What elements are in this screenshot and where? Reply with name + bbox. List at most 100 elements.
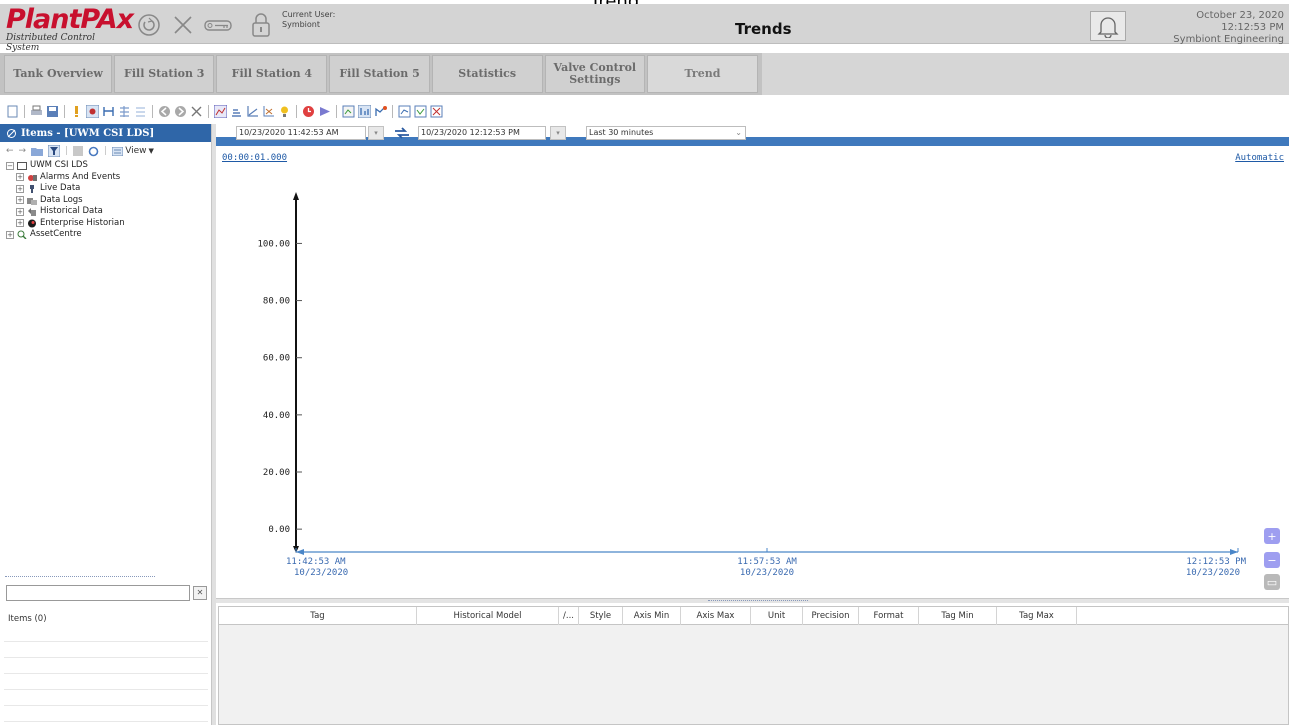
tree-item-alarms-and-events[interactable]: + Alarms And Events	[6, 172, 211, 184]
column-header-tag[interactable]: Tag	[219, 607, 417, 625]
column-header-unit[interactable]: Unit	[751, 607, 803, 625]
column-header-precision[interactable]: Precision	[803, 607, 859, 625]
save-icon[interactable]	[46, 105, 59, 118]
column-header-axis-min[interactable]: Axis Min	[623, 607, 681, 625]
alarm-events-icon	[28, 174, 37, 181]
column-header-tag-min[interactable]: Tag Min	[919, 607, 997, 625]
comparison-icon[interactable]	[398, 105, 411, 118]
stack-icon[interactable]	[134, 105, 147, 118]
tab-tank-overview[interactable]: Tank Overview	[4, 55, 113, 93]
back-icon[interactable]	[158, 105, 171, 118]
end-time-field[interactable]: 10/23/2020 12:12:53 PM	[418, 126, 546, 140]
tab-trend[interactable]: Trend	[646, 55, 758, 93]
stop-icon[interactable]	[73, 146, 84, 156]
remove-icon[interactable]	[190, 105, 203, 118]
logout-button[interactable]	[246, 10, 276, 40]
items-panel-header: Items - [UWM CSI LDS]	[0, 124, 211, 142]
chart-scatter-icon[interactable]	[262, 105, 275, 118]
tab-fill-station-3[interactable]: Fill Station 3	[114, 55, 215, 93]
forward-icon[interactable]	[174, 105, 187, 118]
new-icon[interactable]	[6, 105, 19, 118]
y-tick-label: 0.00	[268, 525, 290, 535]
expand-icon[interactable]: +	[6, 230, 14, 239]
play-icon[interactable]	[318, 105, 331, 118]
panel-splitter[interactable]	[5, 576, 155, 578]
logo-text: PlantPAx	[6, 4, 134, 35]
swap-time-icon[interactable]	[394, 126, 410, 140]
folder-up-icon[interactable]	[31, 146, 44, 156]
expand-icon[interactable]: +	[16, 219, 24, 228]
chart-standard-icon[interactable]	[214, 104, 227, 118]
expand-icon[interactable]: +	[16, 184, 24, 193]
chart-xy-icon[interactable]	[246, 105, 259, 118]
tree-item-asset-centre[interactable]: + AssetCentre	[6, 229, 211, 241]
zoom-reset-button[interactable]: ▭	[1264, 574, 1280, 590]
lightbulb-icon[interactable]	[278, 105, 291, 118]
filter-icon[interactable]	[48, 145, 61, 157]
trend-chart[interactable]: 0.00 20.00 40.00 60.00 80.00 100.00 11:42:53 A…	[216, 160, 1289, 600]
toolbar-separator	[152, 104, 153, 118]
login-button[interactable]	[203, 10, 233, 40]
clock-icon[interactable]	[302, 105, 315, 118]
data-logs-icon	[27, 197, 37, 205]
column-header-historical-model[interactable]: Historical Model	[417, 607, 559, 625]
y-tick-label: 100.00	[257, 239, 290, 249]
alarm-bell-button[interactable]	[1090, 11, 1126, 41]
end-time-dropdown[interactable]: ▾	[550, 126, 566, 140]
column-header-axis-max[interactable]: Axis Max	[681, 607, 751, 625]
refresh-button[interactable]	[134, 10, 164, 40]
filter-clear-button[interactable]: ✕	[193, 586, 207, 600]
print-icon[interactable]	[30, 105, 43, 118]
range-select[interactable]: Last 30 minutes ⌄	[586, 126, 746, 140]
chart-bar-icon[interactable]	[230, 105, 243, 118]
tab-fill-station-4[interactable]: Fill Station 4	[216, 55, 328, 93]
splitter-grip[interactable]	[708, 600, 808, 602]
tree-item-enterprise-historian[interactable]: + Enterprise Historian	[6, 218, 211, 230]
range-select-value: Last 30 minutes	[589, 128, 654, 137]
back-arrow-icon[interactable]: ←	[6, 146, 14, 156]
collapse-icon[interactable]: −	[6, 161, 14, 170]
clear-chart-icon[interactable]	[430, 105, 443, 118]
tree-item-historical-data[interactable]: + Historical Data	[6, 206, 211, 218]
items-count: Items (0)	[8, 614, 47, 624]
scale-icon[interactable]	[102, 105, 115, 118]
expand-icon[interactable]: +	[16, 173, 24, 182]
start-time-field[interactable]: 10/23/2020 11:42:53 AM	[236, 126, 366, 140]
tree-item-label: UWM CSI LDS	[30, 160, 88, 170]
column-header-truncated[interactable]: /...	[559, 607, 579, 625]
tree-item-uwm-csi-lds[interactable]: − UWM CSI LDS	[6, 160, 211, 172]
tree-item-live-data[interactable]: + Live Data	[6, 183, 211, 195]
items-filter-input[interactable]	[6, 585, 190, 601]
asset-centre-icon	[17, 230, 27, 240]
zoom-out-button[interactable]: −	[1264, 552, 1280, 568]
list-item	[4, 690, 208, 706]
export-icon[interactable]	[342, 105, 355, 118]
value-bar-icon[interactable]	[358, 104, 371, 118]
cursor-icon[interactable]	[86, 104, 99, 118]
expand-icon[interactable]: +	[16, 196, 24, 205]
list-item	[4, 642, 208, 658]
y-tick-label: 80.00	[263, 297, 290, 307]
expand-icon[interactable]: +	[16, 207, 24, 216]
highlight-icon[interactable]	[374, 105, 387, 118]
column-header-style[interactable]: Style	[579, 607, 623, 625]
forward-arrow-icon[interactable]: →	[19, 146, 27, 156]
tree-item-data-logs[interactable]: + Data Logs	[6, 195, 211, 207]
marker-icon[interactable]	[70, 105, 83, 118]
zoom-in-button[interactable]: +	[1264, 528, 1280, 544]
start-time-dropdown[interactable]: ▾	[368, 126, 384, 140]
close-display-button[interactable]	[168, 10, 198, 40]
toolbar-separator	[24, 104, 25, 118]
overlay-icon[interactable]	[414, 105, 427, 118]
tab-valve-control-settings[interactable]: Valve Control Settings	[544, 55, 645, 93]
tab-statistics[interactable]: Statistics	[431, 55, 543, 93]
x-axis-arrow-right	[1230, 549, 1238, 555]
spread-icon[interactable]	[118, 105, 131, 118]
chart-grid-splitter[interactable]	[216, 598, 1289, 603]
view-menu[interactable]: View ▼	[112, 146, 154, 156]
sync-icon[interactable]	[88, 146, 99, 157]
column-header-tag-max[interactable]: Tag Max	[997, 607, 1077, 625]
column-header-format[interactable]: Format	[859, 607, 919, 625]
tab-fill-station-5[interactable]: Fill Station 5	[329, 55, 430, 93]
current-date: October 23, 2020	[1196, 10, 1284, 21]
